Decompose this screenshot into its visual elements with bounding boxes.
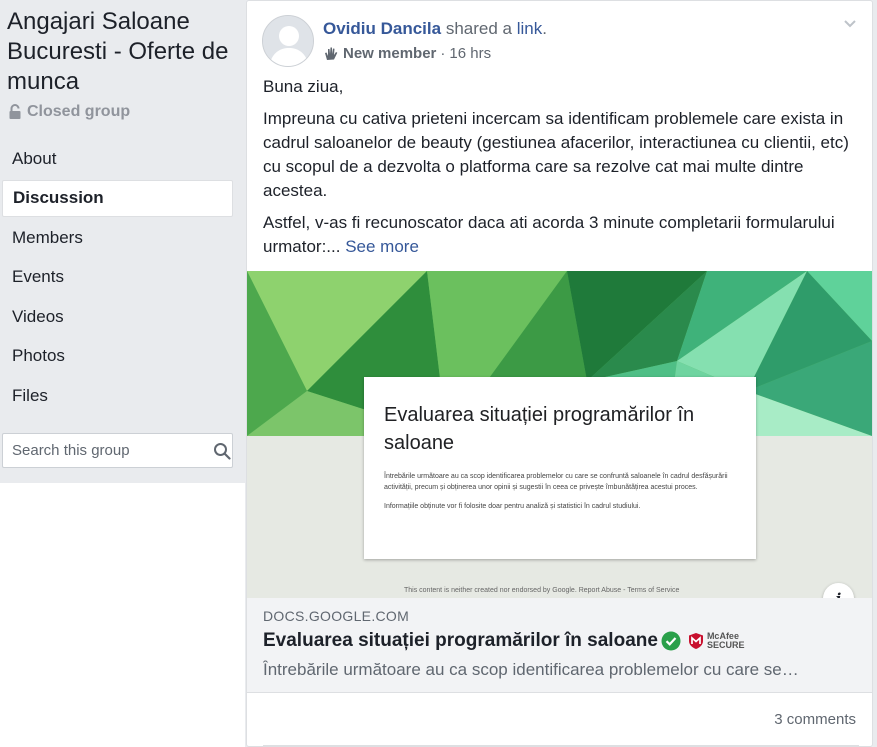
group-nav: About Discussion Members Events Videos P… [2, 140, 233, 417]
mcafee-label: McAfee SECURE [707, 632, 745, 650]
action-prefix: shared a [445, 19, 512, 38]
form-description: Întrebările următoare au ca scop identif… [384, 471, 736, 512]
post-header: Ovidiu Dancila shared a link. [323, 19, 547, 39]
nav-item-photos[interactable]: Photos [2, 338, 233, 375]
post-paragraph: Impreuna cu cativa prieteni incercam sa … [263, 109, 849, 200]
link-title-row: Evaluarea situației programărilor în sal… [263, 630, 856, 652]
meta-separator: · [440, 45, 446, 62]
comments-count[interactable]: 3 comments [774, 711, 856, 728]
link-description: Întrebările următoare au ca scop identif… [263, 660, 799, 679]
nav-item-files[interactable]: Files [2, 378, 233, 415]
lock-icon [8, 104, 22, 120]
link-preview-box[interactable]: DOCS.GOOGLE.COM Evaluarea situației prog… [247, 598, 872, 693]
sidebar-blank-area [0, 483, 245, 747]
author-avatar[interactable] [262, 15, 314, 67]
link-preview-image[interactable]: Evaluarea situației programărilor în sal… [247, 271, 872, 598]
verified-check-icon [661, 631, 681, 651]
post-text: Buna ziua, Impreuna cu cativa prieteni i… [263, 75, 859, 267]
group-sidebar: Angajari Saloane Bucuresti - Oferte de m… [0, 0, 245, 747]
member-badge: New member [343, 45, 437, 62]
see-more-link[interactable]: See more [345, 237, 419, 256]
form-disclaimer: This content is neither created nor endo… [404, 587, 680, 594]
form-title: Evaluarea situației programărilor în sal… [384, 404, 695, 454]
nav-item-about[interactable]: About [2, 140, 233, 177]
waving-hand-icon [323, 46, 339, 62]
group-sidebar-panel: Angajari Saloane Bucuresti - Oferte de m… [0, 0, 245, 483]
divider [263, 745, 859, 746]
post-meta: New member · 16 hrs [323, 45, 491, 62]
link-domain: DOCS.GOOGLE.COM [263, 608, 410, 624]
nav-item-members[interactable]: Members [2, 219, 233, 256]
group-privacy-label: Closed group [27, 103, 131, 120]
post-paragraph: Buna ziua, [263, 77, 344, 96]
search-icon[interactable] [211, 434, 232, 467]
post-paragraph: Astfel, v-as fi recunoscator daca ati ac… [263, 211, 859, 259]
group-title[interactable]: Angajari Saloane Bucuresti - Oferte de m… [7, 7, 237, 97]
group-privacy: Closed group [8, 103, 130, 121]
post-card: Ovidiu Dancila shared a link. New member… [246, 0, 873, 747]
link-title[interactable]: Evaluarea situației programărilor în sal… [263, 630, 658, 652]
chevron-down-icon[interactable] [842, 15, 858, 31]
nav-item-videos[interactable]: Videos [2, 298, 233, 335]
mcafee-shield-icon [688, 633, 703, 649]
form-description-line: Informațiile obținute vor fi folosite do… [384, 503, 641, 510]
form-description-line: Întrebările următoare au ca scop identif… [384, 473, 728, 491]
mcafee-secure-badge: McAfee SECURE [687, 632, 745, 650]
author-name[interactable]: Ovidiu Dancila [323, 19, 441, 38]
group-search-input[interactable] [12, 442, 211, 459]
action-suffix: . [542, 19, 547, 38]
post-timestamp[interactable]: 16 hrs [449, 45, 491, 62]
action-link[interactable]: link [517, 19, 543, 38]
form-preview-card: Evaluarea situației programărilor în sal… [364, 377, 756, 559]
mcafee-line-2: SECURE [706, 640, 745, 650]
group-search [2, 433, 233, 468]
nav-item-events[interactable]: Events [2, 259, 233, 296]
nav-item-discussion[interactable]: Discussion [2, 179, 233, 217]
